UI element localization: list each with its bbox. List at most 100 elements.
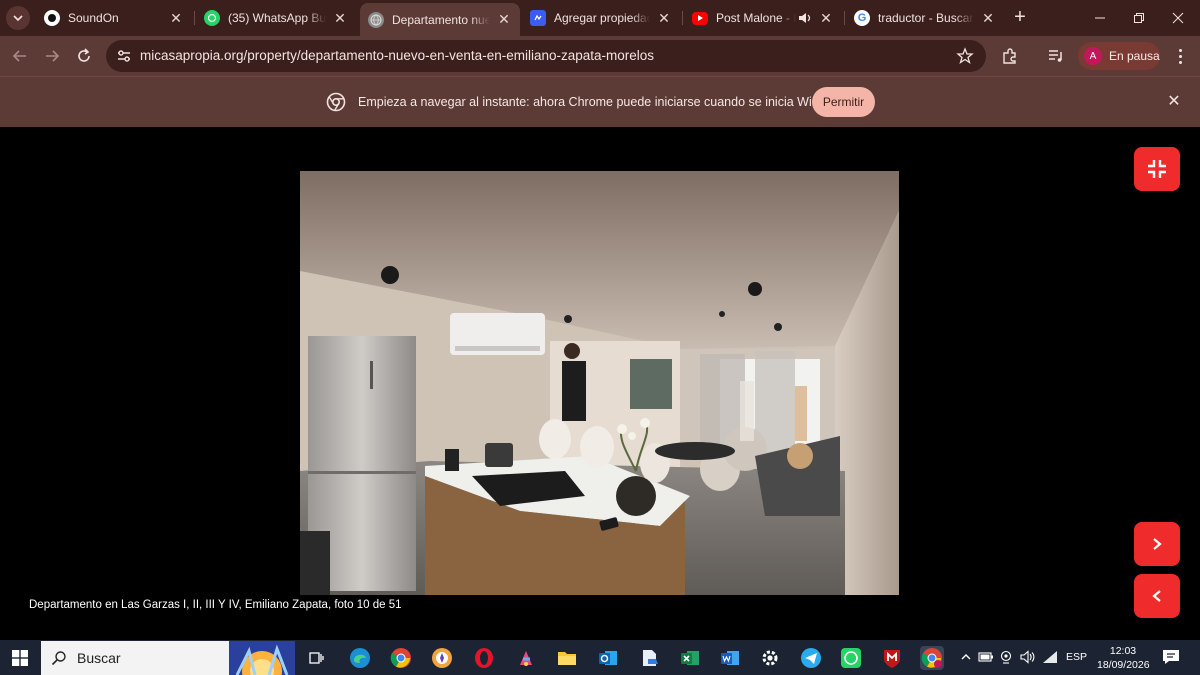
webcam-tray-icon[interactable] xyxy=(998,649,1014,665)
photo-viewer: Departamento en Las Garzas I, II, III Y … xyxy=(0,127,1200,640)
file-manager-taskbar-button[interactable] xyxy=(638,646,662,670)
battery-icon xyxy=(978,652,993,662)
windows-start-icon[interactable] xyxy=(12,650,28,666)
paint-taskbar-button[interactable] xyxy=(514,646,538,670)
language-indicator[interactable]: ESP xyxy=(1066,651,1087,663)
excel-icon xyxy=(681,651,699,665)
forward-button[interactable] xyxy=(40,44,64,68)
exit-fullscreen-button[interactable] xyxy=(1134,147,1180,191)
chrome-menu-button[interactable] xyxy=(1170,46,1190,66)
profile-button[interactable]: A En pausa xyxy=(1078,42,1160,70)
bookmark-star-icon[interactable] xyxy=(956,47,974,65)
back-button[interactable] xyxy=(8,44,32,68)
gear-icon xyxy=(762,650,778,666)
speaker-icon[interactable] xyxy=(798,11,812,25)
chevron-down-icon xyxy=(13,15,23,22)
tab-search-button[interactable] xyxy=(6,6,30,30)
tab-title: Departamento nuevo en venta en Emiliano … xyxy=(392,12,490,27)
chevron-up-icon xyxy=(961,654,971,660)
allow-button[interactable]: Permitir xyxy=(812,87,875,117)
opera-icon xyxy=(475,648,493,668)
media-controls-button[interactable] xyxy=(1046,46,1066,66)
youtube-icon xyxy=(692,11,708,25)
telegram-taskbar-button[interactable] xyxy=(799,646,823,670)
close-tab-icon[interactable]: ✕ xyxy=(496,11,512,28)
puzzle-icon xyxy=(1003,48,1016,64)
close-tab-icon[interactable]: ✕ xyxy=(818,10,834,26)
clock-time: 12:03 xyxy=(1109,645,1137,657)
tab-title: traductor - Buscar con Google xyxy=(878,11,974,25)
battery-tray-icon[interactable] xyxy=(978,649,994,665)
folder-icon xyxy=(558,652,576,665)
chrome-icon xyxy=(326,92,346,112)
tab-title: (35) WhatsApp Business xyxy=(228,11,326,25)
tab-title: Post Malone - Psycho xyxy=(716,11,796,25)
outlook-icon xyxy=(599,651,617,665)
playlist-icon xyxy=(1049,50,1062,62)
restore-button[interactable] xyxy=(1127,6,1151,30)
camera-icon xyxy=(1000,650,1012,664)
wifi-icon xyxy=(1043,651,1057,663)
tab-agregar-propiedad[interactable]: Agregar propiedad | Micasapropia ✕ xyxy=(522,4,680,32)
tab-title: Agregar propiedad | Micasapropia xyxy=(554,11,650,25)
reload-button[interactable] xyxy=(72,44,96,68)
minimize-icon xyxy=(1095,17,1105,19)
prev-photo-button[interactable] xyxy=(1134,574,1180,618)
site-info-icon[interactable] xyxy=(116,48,132,64)
task-view-button[interactable] xyxy=(304,646,328,670)
google-icon: G xyxy=(854,10,870,26)
chrome-taskbar-button[interactable] xyxy=(389,646,413,670)
chrome-active-taskbar-button[interactable] xyxy=(920,646,944,670)
mcafee-shield-icon xyxy=(884,650,900,668)
chevron-left-icon xyxy=(1152,590,1161,602)
edge-taskbar-button[interactable] xyxy=(348,646,372,670)
settings-taskbar-button[interactable] xyxy=(758,646,782,670)
close-tab-icon[interactable]: ✕ xyxy=(656,10,672,26)
tab-strip: SoundOn ✕ (35) WhatsApp Business ✕ Depar… xyxy=(0,0,1200,36)
speaker-icon xyxy=(1020,650,1035,664)
tab-departamento[interactable]: Departamento nuevo en venta en Emiliano … xyxy=(360,3,520,36)
telegram-icon xyxy=(801,648,821,668)
profile-status: En pausa xyxy=(1109,49,1160,63)
next-photo-button[interactable] xyxy=(1134,522,1180,566)
wifi-tray-icon[interactable] xyxy=(1042,649,1058,665)
close-tab-icon[interactable]: ✕ xyxy=(332,10,348,26)
show-hidden-icons-button[interactable] xyxy=(958,649,974,665)
file-explorer-taskbar-button[interactable] xyxy=(555,646,579,670)
minimize-button[interactable] xyxy=(1088,6,1112,30)
tab-traductor[interactable]: G traductor - Buscar con Google ✕ xyxy=(846,4,1004,32)
volume-tray-icon[interactable] xyxy=(1020,649,1036,665)
brave-icon xyxy=(432,648,452,668)
close-icon xyxy=(1172,12,1184,24)
opera-taskbar-button[interactable] xyxy=(472,646,496,670)
outlook-taskbar-button[interactable] xyxy=(596,646,620,670)
brave-taskbar-button[interactable] xyxy=(430,646,454,670)
photo-caption: Departamento en Las Garzas I, II, III Y … xyxy=(29,599,402,611)
close-window-button[interactable] xyxy=(1166,6,1190,30)
taskbar-search[interactable]: Buscar xyxy=(41,641,295,675)
tab-whatsapp[interactable]: (35) WhatsApp Business ✕ xyxy=(196,4,356,32)
url-text[interactable]: micasapropia.org/property/departamento-n… xyxy=(140,48,654,63)
word-icon xyxy=(721,651,739,665)
tab-post-malone[interactable]: Post Malone - Psycho ✕ xyxy=(684,4,842,32)
whatsapp-taskbar-button[interactable] xyxy=(839,646,863,670)
mcafee-taskbar-button[interactable] xyxy=(880,646,904,670)
word-taskbar-button[interactable] xyxy=(718,646,742,670)
whatsapp-icon xyxy=(204,10,220,26)
new-tab-button[interactable]: + xyxy=(1010,7,1030,28)
extensions-button[interactable] xyxy=(1000,46,1020,66)
task-view-icon xyxy=(309,652,324,664)
close-tab-icon[interactable]: ✕ xyxy=(168,10,184,26)
close-tab-icon[interactable]: ✕ xyxy=(980,10,996,26)
excel-taskbar-button[interactable] xyxy=(678,646,702,670)
restore-icon xyxy=(1134,13,1144,23)
search-highlight-icon xyxy=(229,641,295,675)
address-bar[interactable]: micasapropia.org/property/departamento-n… xyxy=(106,40,986,72)
app-icon xyxy=(530,10,546,26)
close-infobar-icon[interactable]: ✕ xyxy=(1166,94,1182,110)
infobar-message: Empieza a navegar al instante: ahora Chr… xyxy=(358,95,852,109)
tab-soundon[interactable]: SoundOn ✕ xyxy=(36,4,192,32)
notifications-icon[interactable] xyxy=(1162,649,1180,665)
exit-fullscreen-icon xyxy=(1148,160,1166,178)
taskbar-clock[interactable]: 12:03 18/09/2026 xyxy=(1097,644,1150,672)
